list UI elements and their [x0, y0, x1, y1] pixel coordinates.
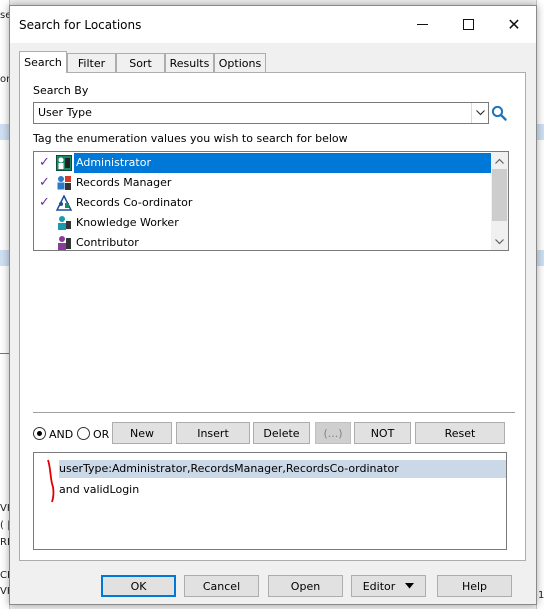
- list-item-label: Records Manager: [76, 176, 172, 189]
- list-item-records-coordinator[interactable]: ✓ Records Co-ordinator: [34, 193, 492, 213]
- reset-button[interactable]: Reset: [415, 422, 505, 444]
- or-radio[interactable]: [77, 427, 90, 440]
- button-label: Editor: [362, 579, 396, 593]
- close-button[interactable]: ✕: [491, 6, 537, 43]
- tab-sort[interactable]: Sort: [116, 53, 165, 72]
- list-item-label: Knowledge Worker: [76, 216, 179, 229]
- records-coordinator-icon: [56, 195, 72, 211]
- tab-search[interactable]: Search: [19, 51, 67, 73]
- dialog-title: Search for Locations: [19, 18, 142, 32]
- scroll-down-icon[interactable]: [491, 233, 508, 250]
- list-item-knowledge-worker[interactable]: Knowledge Worker: [34, 213, 492, 233]
- parentheses-button[interactable]: (...): [315, 422, 351, 444]
- and-radio[interactable]: [33, 427, 46, 440]
- background-text: 1: [538, 590, 544, 601]
- scrollbar-thumb[interactable]: [492, 169, 507, 221]
- insert-button[interactable]: Insert: [176, 422, 250, 444]
- new-button[interactable]: New: [112, 422, 172, 444]
- list-scrollbar[interactable]: [491, 152, 508, 250]
- button-label: (...): [323, 426, 343, 440]
- tab-label: Search: [24, 56, 62, 69]
- list-item-administrator[interactable]: ✓ Administrator: [34, 153, 492, 173]
- cancel-button[interactable]: Cancel: [184, 575, 259, 597]
- annotation-mark: [47, 459, 55, 503]
- tab-options[interactable]: Options: [214, 53, 266, 72]
- background-highlight: [537, 124, 544, 140]
- delete-button[interactable]: Delete: [253, 422, 310, 444]
- background-window-right: 1: [536, 0, 544, 609]
- check-icon[interactable]: ✓: [39, 155, 50, 170]
- query-line[interactable]: and validLogin: [59, 481, 506, 499]
- button-label: Help: [461, 579, 488, 593]
- dropdown-arrow-icon: [405, 583, 415, 589]
- tag-instruction-label: Tag the enumeration values you wish to s…: [33, 132, 348, 145]
- title-bar[interactable]: Search for Locations ✕: [10, 6, 536, 43]
- minimize-button[interactable]: [399, 6, 445, 43]
- open-button[interactable]: Open: [268, 575, 343, 597]
- tab-label: Results: [169, 57, 210, 70]
- list-item-label: Administrator: [74, 153, 492, 173]
- list-item-records-manager[interactable]: ✓ Records Manager: [34, 173, 492, 193]
- minimize-icon: [416, 24, 428, 25]
- editor-button[interactable]: Editor: [351, 575, 426, 597]
- search-by-combobox[interactable]: User Type: [33, 102, 489, 124]
- section-divider: [33, 412, 515, 413]
- enumeration-listbox[interactable]: ✓ Administrator ✓ Records Manager ✓ Reco…: [33, 151, 509, 251]
- search-by-label: Search By: [33, 84, 89, 97]
- or-radio-label[interactable]: OR: [93, 428, 109, 441]
- records-manager-icon: [57, 176, 71, 190]
- button-label: New: [130, 426, 154, 440]
- and-radio-label[interactable]: AND: [49, 428, 73, 441]
- tab-label: Options: [218, 57, 262, 70]
- button-label: NOT: [370, 426, 395, 440]
- button-label: Cancel: [202, 579, 241, 593]
- ok-button[interactable]: OK: [101, 575, 176, 597]
- knowledge-worker-icon: [58, 216, 71, 230]
- not-button[interactable]: NOT: [354, 422, 411, 444]
- button-label: Delete: [263, 426, 300, 440]
- button-label: OK: [130, 579, 147, 593]
- list-item-contributor[interactable]: Contributor: [34, 233, 492, 250]
- background-highlight: [537, 250, 544, 266]
- query-textbox[interactable]: userType:Administrator,RecordsManager,Re…: [33, 452, 507, 550]
- button-label: Insert: [197, 426, 229, 440]
- search-button[interactable]: [489, 102, 509, 124]
- search-for-locations-dialog: Search for Locations ✕ Search Filter Sor…: [9, 5, 537, 605]
- tab-label: Filter: [77, 57, 106, 70]
- check-icon[interactable]: ✓: [39, 195, 50, 210]
- close-icon: ✕: [507, 15, 521, 34]
- button-label: Open: [290, 579, 321, 593]
- check-icon[interactable]: ✓: [39, 175, 50, 190]
- chevron-down-icon[interactable]: [471, 103, 488, 123]
- contributor-icon: [58, 236, 71, 250]
- maximize-icon: [462, 19, 474, 30]
- search-by-value: User Type: [38, 106, 92, 119]
- magnifier-icon: [491, 105, 507, 121]
- list-item-label: Contributor: [76, 236, 139, 249]
- tab-label: Sort: [129, 57, 152, 70]
- button-label: Reset: [444, 426, 476, 440]
- query-line[interactable]: userType:Administrator,RecordsManager,Re…: [59, 460, 506, 478]
- tab-results[interactable]: Results: [165, 53, 214, 72]
- help-button[interactable]: Help: [437, 575, 512, 597]
- administrator-icon: [56, 155, 72, 171]
- list-item-label: Records Co-ordinator: [76, 196, 193, 209]
- scroll-up-icon[interactable]: [491, 152, 508, 169]
- maximize-button[interactable]: [445, 6, 491, 43]
- tab-filter[interactable]: Filter: [67, 53, 116, 72]
